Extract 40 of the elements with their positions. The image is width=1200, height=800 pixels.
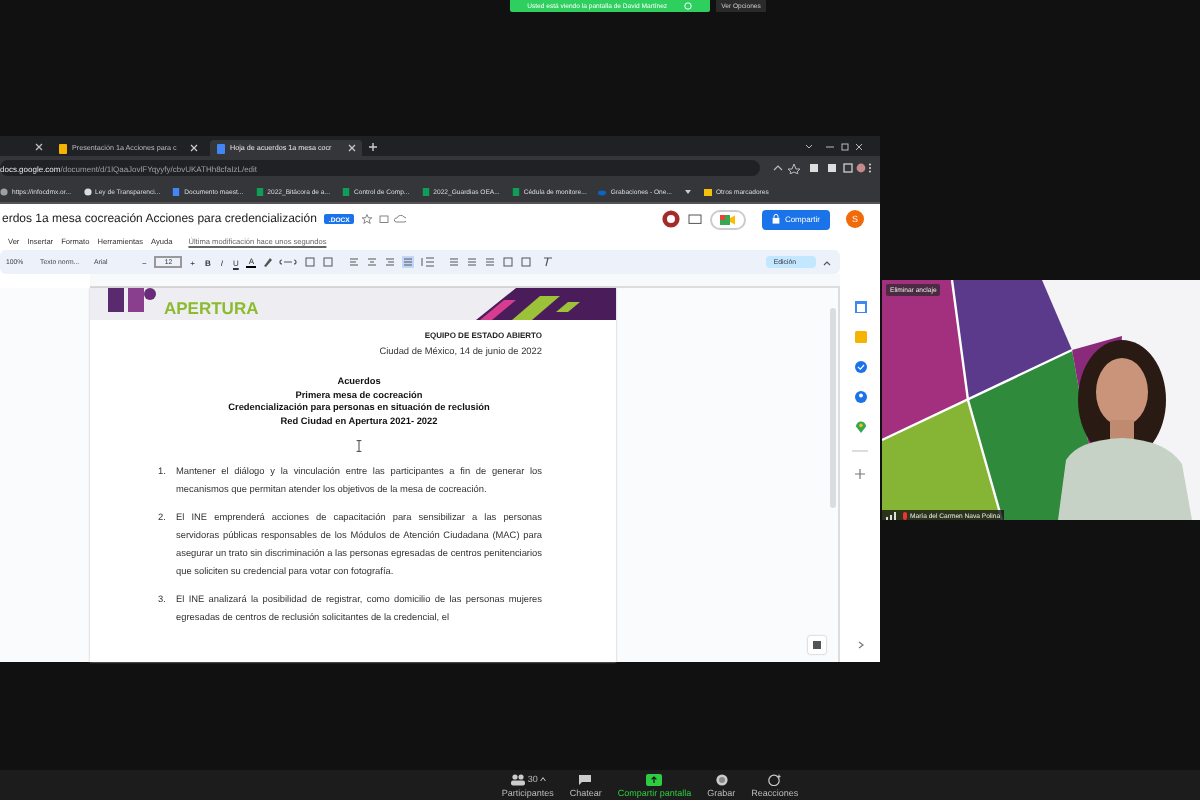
spreadsheet-icon bbox=[255, 187, 264, 195]
close-icon[interactable] bbox=[34, 141, 44, 151]
collapse-icon[interactable] bbox=[822, 257, 832, 267]
title-actions-icons[interactable] bbox=[361, 214, 406, 224]
spreadsheet-icon bbox=[511, 187, 520, 195]
spreadsheet-icon bbox=[421, 187, 430, 195]
calendar-icon[interactable] bbox=[853, 300, 867, 314]
comment-icon[interactable] bbox=[688, 213, 703, 225]
new-tab-icon[interactable] bbox=[368, 141, 378, 151]
microphone-icon bbox=[901, 511, 907, 519]
record-icon[interactable] bbox=[662, 210, 681, 228]
emoji-icon bbox=[767, 773, 782, 785]
logo-text: APERTURA bbox=[164, 300, 259, 318]
globe-icon bbox=[0, 187, 8, 195]
scrollbar[interactable] bbox=[830, 308, 836, 508]
chat-icon bbox=[578, 773, 593, 785]
folder-icon bbox=[703, 187, 712, 195]
map-pin-icon[interactable] bbox=[853, 420, 867, 434]
close-icon[interactable] bbox=[190, 144, 198, 152]
tasks-icon[interactable] bbox=[853, 360, 867, 374]
add-icon[interactable] bbox=[854, 467, 866, 479]
text-cursor-icon bbox=[356, 440, 362, 452]
document-icon bbox=[172, 187, 181, 195]
meet-button[interactable] bbox=[710, 209, 747, 229]
globe-icon bbox=[83, 187, 92, 195]
explore-button[interactable] bbox=[808, 636, 826, 654]
people-icon bbox=[509, 773, 526, 785]
contacts-icon[interactable] bbox=[853, 390, 867, 404]
spreadsheet-icon bbox=[342, 187, 350, 195]
document-icon bbox=[216, 143, 226, 153]
caret-icon[interactable] bbox=[683, 187, 692, 195]
lock-icon bbox=[772, 214, 781, 224]
close-icon[interactable] bbox=[348, 144, 356, 152]
signal-icon bbox=[886, 511, 898, 519]
cloud-icon bbox=[598, 187, 607, 195]
expand-icon[interactable] bbox=[855, 640, 865, 650]
record-icon bbox=[715, 773, 728, 785]
video-camera-icon bbox=[720, 213, 737, 225]
slides-icon bbox=[58, 143, 68, 153]
caret-icon bbox=[539, 776, 546, 782]
